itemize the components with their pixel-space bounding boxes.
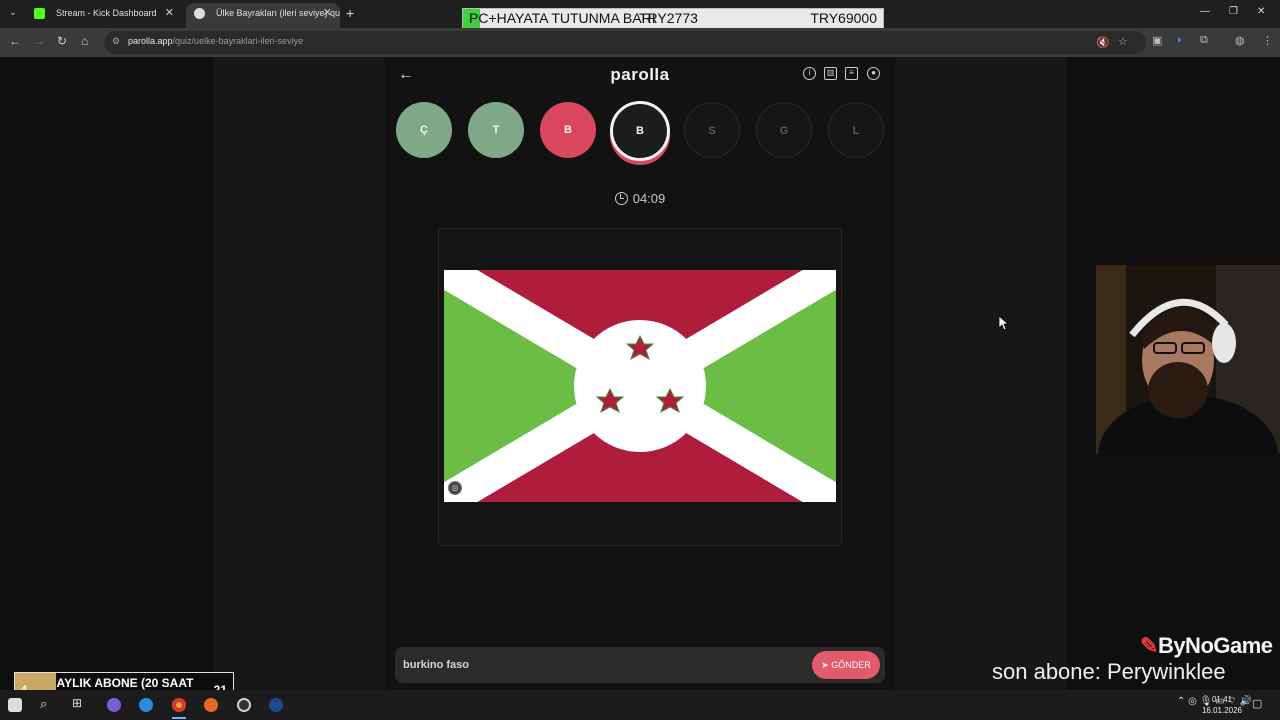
forward-icon[interactable]: → — [33, 34, 45, 48]
profile-icon[interactable]: ● — [867, 67, 880, 80]
timer-value: 04:09 — [632, 191, 666, 206]
logo[interactable]: parolla — [385, 65, 895, 85]
burundi-flag-image — [444, 270, 836, 502]
answer-bar: ➤ GÖNDER — [395, 647, 885, 683]
reload-icon[interactable]: ↻ — [57, 34, 67, 48]
close-window-icon[interactable]: ✕ — [1257, 6, 1265, 17]
url-path: /quiz/uelke-bayraklari-ileri-seviye — [172, 36, 304, 46]
url-text[interactable]: parolla.app/quiz/uelke-bayraklari-ileri-… — [128, 36, 303, 46]
mouse-cursor-icon — [999, 316, 1009, 330]
minimize-icon[interactable]: — — [1200, 6, 1210, 17]
timer: 04:09 — [385, 191, 895, 206]
brand-name: ByNoGame — [1157, 633, 1273, 658]
menu-icon[interactable]: ⋮ — [1262, 34, 1273, 47]
back-icon[interactable]: ← — [9, 34, 21, 48]
close-tab-icon[interactable]: ✕ — [165, 3, 174, 24]
comments-icon[interactable]: ≡ — [845, 67, 858, 80]
clock-time: 01:41 — [1211, 695, 1233, 704]
letter-bubble: L — [828, 102, 884, 158]
active-app-indicator — [172, 717, 186, 719]
send-button[interactable]: ➤ GÖNDER — [812, 651, 880, 679]
letter-bubble: T — [468, 102, 524, 158]
close-tab-icon[interactable]: ✕ — [323, 3, 332, 24]
kick-icon — [34, 8, 45, 19]
tray-chevron-icon[interactable]: ⌃ — [1177, 696, 1185, 707]
notifications-icon[interactable]: ▢ — [1252, 697, 1262, 710]
letter-bubble: G — [756, 102, 812, 158]
windows-start-icon[interactable] — [8, 698, 22, 712]
address-bar: ← → ↻ ⌂ ⚙ parolla.app/quiz/uelke-bayrakl… — [0, 28, 1280, 57]
tray-icon[interactable]: ◎ — [1188, 696, 1197, 707]
letter-bubble: B — [540, 102, 596, 158]
clock-icon — [614, 192, 628, 205]
clock[interactable]: 01:41 16.01.2026 — [1198, 694, 1246, 716]
taskbar: ⌕ ⊞ ⌃ ◎ 🎙 ▭ ⌔ 🔊 01:41 16.01.2026 ▢ — [0, 690, 1280, 720]
app-icon[interactable] — [107, 698, 121, 712]
profile-avatar-icon[interactable]: ◍ — [1235, 34, 1245, 47]
leaderboard-icon[interactable]: ▥ — [824, 67, 837, 80]
webcam-feed — [1096, 265, 1280, 454]
tab-parolla-quiz[interactable]: Ülke Bayrakları (ileri seviye) quiz ✕ — [186, 3, 340, 28]
url-host: parolla.app — [128, 36, 173, 46]
firefox-icon[interactable] — [204, 698, 218, 712]
last-subscriber: son abone: Perywinklee — [992, 659, 1226, 684]
tab-bar: ⌄ Stream - Kick Dashboard ✕ Ülke Bayrakl… — [0, 0, 1280, 29]
extension-icon[interactable]: ▣ — [1152, 34, 1162, 47]
tab-title: Ülke Bayrakları (ileri seviye) quiz — [216, 8, 340, 18]
clock-date: 16.01.2026 — [1201, 706, 1243, 715]
donation-goal-current: TRY2773 — [639, 10, 698, 26]
tab-search-icon[interactable]: ⌄ — [4, 4, 22, 22]
new-tab-icon[interactable]: + — [346, 5, 354, 21]
info-icon[interactable]: i — [803, 67, 816, 80]
donation-goal-target: TRY69000 — [810, 10, 877, 26]
parolla-icon — [194, 8, 205, 19]
puzzle-icon[interactable]: ⧉ — [1200, 34, 1208, 47]
omnibox[interactable]: ⚙ parolla.app/quiz/uelke-bayraklari-iler… — [104, 31, 1146, 54]
tab-title: Stream - Kick Dashboard — [56, 8, 157, 18]
bookmark-star-icon[interactable]: ☆ — [1118, 35, 1128, 48]
page: ← parolla i ▥ ≡ ● Ç T B B S G L 04:09 ◎ … — [0, 57, 1280, 690]
quiz-app: ← parolla i ▥ ≡ ● Ç T B B S G L 04:09 ◎ … — [385, 57, 895, 690]
obs-icon[interactable] — [237, 698, 251, 712]
mute-icon[interactable]: 🔇 — [1096, 36, 1110, 49]
donation-goal-bar: PC+HAYATA TUTUNMA BARI TRY2773 TRY69000 — [462, 8, 884, 29]
answer-input[interactable] — [403, 656, 803, 674]
donation-goal-title: PC+HAYATA TUTUNMA BARI — [469, 10, 656, 26]
question-card: ◎ — [438, 228, 842, 546]
letter-bubble: Ç — [396, 102, 452, 158]
chrome-icon[interactable] — [172, 698, 186, 712]
steam-icon[interactable] — [269, 698, 283, 712]
search-icon[interactable]: ⌕ — [40, 696, 47, 712]
tab-kick-dashboard[interactable]: Stream - Kick Dashboard ✕ — [26, 3, 182, 28]
send-label: GÖNDER — [831, 660, 871, 670]
send-icon: ➤ — [821, 660, 832, 670]
brand-logo: ✎ByNoGame — [1140, 633, 1273, 659]
restore-icon[interactable]: ❐ — [1229, 6, 1238, 17]
feather-icon: ✎ — [1140, 633, 1158, 658]
left-gutter — [213, 57, 385, 690]
site-info-icon[interactable]: ⚙ — [112, 36, 120, 47]
home-icon[interactable]: ⌂ — [81, 34, 88, 48]
letter-bubble: S — [684, 102, 740, 158]
letter-bubble-active: B — [610, 101, 670, 161]
right-gutter — [895, 57, 1067, 690]
image-source-icon[interactable]: ◎ — [448, 481, 462, 495]
extension-icon[interactable]: ◗ — [1176, 34, 1183, 46]
task-view-icon[interactable]: ⊞ — [72, 696, 82, 710]
edge-icon[interactable] — [139, 698, 153, 712]
